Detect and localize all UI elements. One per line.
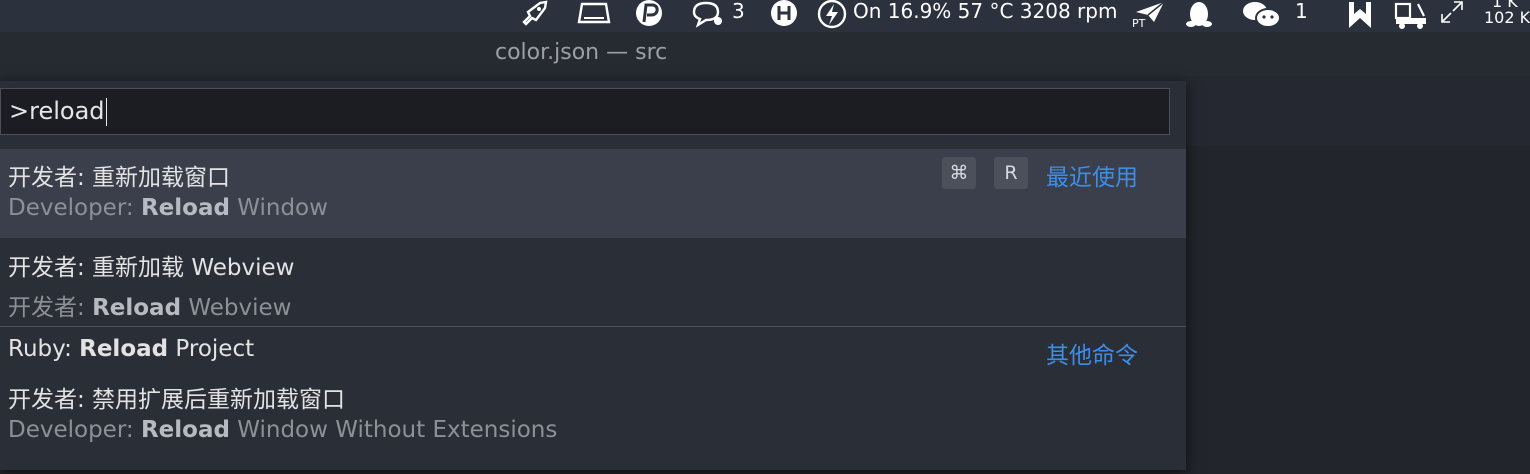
qq-penguin-icon[interactable]: [1184, 0, 1214, 32]
cleaner-truck-icon[interactable]: [1392, 0, 1432, 32]
detail-prefix: Developer:: [8, 195, 141, 221]
power-bolt-icon[interactable]: [814, 0, 850, 32]
command-palette: >reload 开发者: 重新加载窗口 Developer: Reload Wi…: [0, 81, 1186, 470]
other-commands-tag: 其他命令: [1046, 343, 1138, 369]
command-item-ruby-reload-project[interactable]: Ruby: Reload Project 其他命令: [0, 327, 1186, 371]
command-item-detail: Developer: Reload Window: [8, 195, 328, 221]
command-item-label: 开发者: 禁用扩展后重新加载窗口: [8, 387, 346, 413]
chat-bubble-icon[interactable]: [690, 0, 726, 32]
system-status-text[interactable]: On 16.9% 57 °C 3208 rpm: [853, 0, 1117, 32]
detail-highlight: Reload: [140, 195, 230, 221]
command-item-reload-webview[interactable]: 开发者: 重新加载 Webview 开发者: Reload Webview: [0, 238, 1186, 326]
rocket-icon[interactable]: [520, 0, 550, 32]
command-item-detail: 开发者: Reload Webview: [8, 288, 291, 322]
detail-highlight: Reload: [92, 295, 182, 321]
command-item-reload-without-extensions[interactable]: 开发者: 禁用扩展后重新加载窗口 Developer: Reload Windo…: [0, 371, 1186, 461]
eject-drive-icon[interactable]: [576, 0, 612, 32]
wechat-icon[interactable]: [1240, 0, 1284, 32]
command-input-value: >reload: [9, 97, 105, 125]
label-highlight: Reload: [79, 336, 169, 362]
detail-prefix: 开发者:: [8, 295, 93, 321]
recently-used-tag: 最近使用: [1046, 165, 1138, 191]
text-caret: [105, 98, 107, 126]
detail-suffix: Window Without Extensions: [229, 417, 558, 443]
bookmark-icon[interactable]: [1346, 0, 1374, 32]
wechat-count: 1: [1295, 0, 1308, 23]
command-item-label: 开发者: 重新加载窗口: [8, 165, 231, 191]
detail-highlight: Reload: [140, 417, 230, 443]
command-item-label: 开发者: 重新加载 Webview: [8, 255, 295, 281]
command-item-detail: Developer: Reload Window Without Extensi…: [8, 417, 557, 443]
resize-arrows-icon[interactable]: [1440, 0, 1464, 32]
label-suffix: Project: [168, 336, 255, 362]
detail-suffix: Webview: [181, 295, 292, 321]
h-app-icon[interactable]: [768, 0, 800, 32]
command-item-label: Ruby: Reload Project: [8, 336, 254, 362]
command-item-reload-window[interactable]: 开发者: 重新加载窗口 Developer: Reload Window ⌘ R…: [0, 149, 1186, 238]
keybinding-cmd-key: ⌘: [942, 157, 976, 189]
window-title-bar: color.json — src: [0, 32, 1530, 76]
menu-bar: 3 On 16.9% 57 °C 3208 rpm PT 1 1 K 102 K: [0, 0, 1530, 32]
comment-count: 3: [732, 0, 745, 23]
command-palette-input[interactable]: >reload: [0, 88, 1170, 135]
window-title: color.json — src: [495, 40, 668, 65]
paper-plane-icon[interactable]: PT: [1130, 0, 1170, 32]
label-prefix: Ruby:: [8, 336, 80, 362]
detail-suffix: Window: [229, 195, 328, 221]
network-speed: 1 K 102 K: [1484, 0, 1530, 26]
keybinding-r-key: R: [994, 157, 1028, 189]
detail-prefix: Developer:: [8, 417, 141, 443]
pt-label: PT: [1132, 17, 1146, 30]
p-app-icon[interactable]: [632, 0, 666, 32]
download-speed: 102 K: [1484, 8, 1530, 27]
